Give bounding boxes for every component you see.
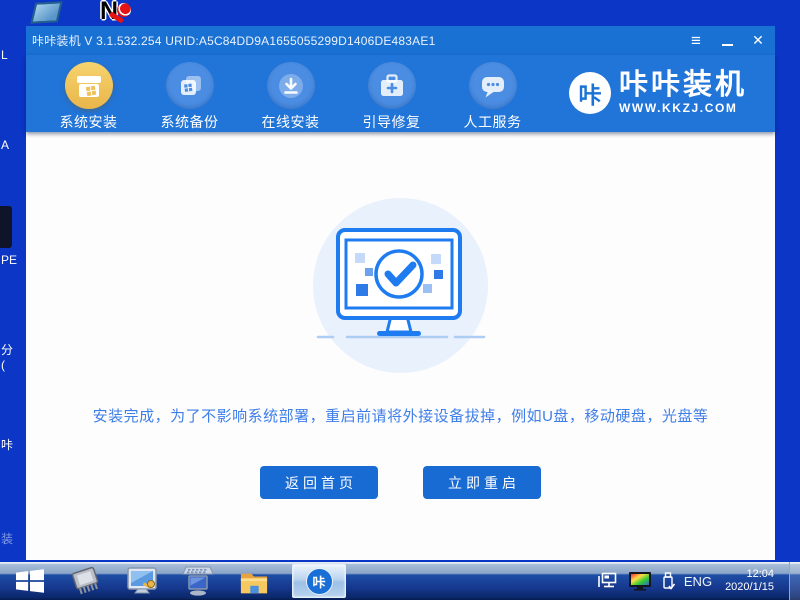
nav-label: 在线安装 (262, 112, 320, 132)
desktop-shortcut-label[interactable]: 装 (1, 530, 13, 547)
taskbar-file-explorer-icon[interactable] (236, 565, 272, 597)
nav-label: 引导修复 (363, 112, 421, 132)
brand-logo: 咔 咔咔装机 WWW.KKZJ.COM (569, 71, 747, 115)
live-support-icon (469, 62, 517, 109)
taskbar-chip-app-icon[interactable] (68, 565, 104, 597)
window-title: 咔咔装机 V 3.1.532.254 URID:A5C84DD9A1655055… (32, 32, 688, 49)
boot-repair-icon (368, 62, 416, 109)
nav-item-system-backup[interactable]: 系统备份 (139, 62, 240, 132)
desktop-shortcut-label[interactable]: ( (1, 358, 5, 372)
nav-item-system-install[interactable]: 系统安装 (38, 62, 139, 132)
desktop-shortcut-label[interactable]: A (1, 138, 9, 152)
completion-message: 安装完成，为了不影响系统部署，重启前请将外接设备拔掉，例如U盘，移动硬盘，光盘等 (93, 405, 709, 426)
success-monitor-illustration (313, 198, 488, 373)
desktop-n-key-shortcut-icon[interactable]: N (100, 0, 140, 28)
windows-logo-icon (13, 567, 47, 595)
tray-time: 12:04 (725, 568, 774, 581)
brand-name: 咔咔装机 (619, 71, 747, 100)
nav-item-live-support[interactable]: 人工服务 (442, 62, 543, 132)
close-icon[interactable]: ✕ (750, 33, 766, 49)
system-install-icon (65, 62, 113, 109)
system-backup-icon (166, 62, 214, 109)
taskbar-kaka-app-button[interactable]: 咔 (292, 564, 346, 598)
nav-label: 人工服务 (464, 112, 522, 132)
desktop-shortcut-partial-icon[interactable] (0, 206, 12, 248)
desktop-shortcut-label[interactable]: PE (1, 253, 17, 267)
window-controls: ≡ ✕ (688, 33, 766, 49)
system-tray: ENG 12:04 2020/1/15 (597, 562, 800, 600)
desktop: N L A PE 分 ( 咔 装 咔咔装机 V 3.1.532.254 URID… (0, 0, 800, 600)
desktop-shortcut-label[interactable]: 分 (1, 341, 13, 358)
start-button[interactable] (12, 566, 48, 596)
titlebar: 咔咔装机 V 3.1.532.254 URID:A5C84DD9A1655055… (26, 26, 775, 55)
online-install-icon (267, 62, 315, 109)
clock[interactable]: 12:04 2020/1/15 (725, 568, 774, 594)
brand-website: WWW.KKZJ.COM (619, 101, 747, 115)
red-key-icon (117, 3, 131, 17)
tray-date: 2020/1/15 (725, 581, 774, 594)
desktop-shortcut-label[interactable]: 咔 (1, 436, 13, 453)
desktop-shortcut-label[interactable]: L (1, 48, 8, 62)
usb-safely-remove-icon[interactable] (661, 571, 675, 591)
kaka-app-icon: 咔 (306, 568, 333, 595)
main-content: 安装完成，为了不影响系统部署，重启前请将外接设备拔掉，例如U盘，移动硬盘，光盘等… (26, 132, 775, 560)
nav-label: 系统安装 (60, 112, 118, 132)
nav-item-online-install[interactable]: 在线安装 (240, 62, 341, 132)
nav-bar: 系统安装 系统备份 (26, 55, 775, 132)
show-desktop-button[interactable] (789, 562, 800, 600)
logo-badge-icon: 咔 (569, 72, 611, 114)
language-indicator[interactable]: ENG (684, 574, 712, 589)
button-row: 返回首页 立即重启 (260, 466, 541, 499)
taskbar: 咔 (0, 562, 800, 600)
restart-now-button[interactable]: 立即重启 (423, 466, 541, 499)
logo-text: 咔咔装机 WWW.KKZJ.COM (619, 71, 747, 115)
taskbar-lock-monitor-app-icon[interactable] (124, 565, 160, 597)
minimize-icon[interactable] (719, 33, 735, 49)
desktop-display-shortcut-icon[interactable] (30, 1, 62, 23)
network-icon[interactable] (597, 572, 619, 590)
taskbar-remote-desktop-app-icon[interactable] (180, 565, 216, 597)
nav-label: 系统备份 (161, 112, 219, 132)
return-home-button[interactable]: 返回首页 (260, 466, 378, 499)
display-color-icon[interactable] (628, 571, 652, 591)
menu-icon[interactable]: ≡ (688, 33, 704, 49)
nav-item-boot-repair[interactable]: 引导修复 (341, 62, 442, 132)
kaka-installer-window: 咔咔装机 V 3.1.532.254 URID:A5C84DD9A1655055… (26, 26, 775, 560)
